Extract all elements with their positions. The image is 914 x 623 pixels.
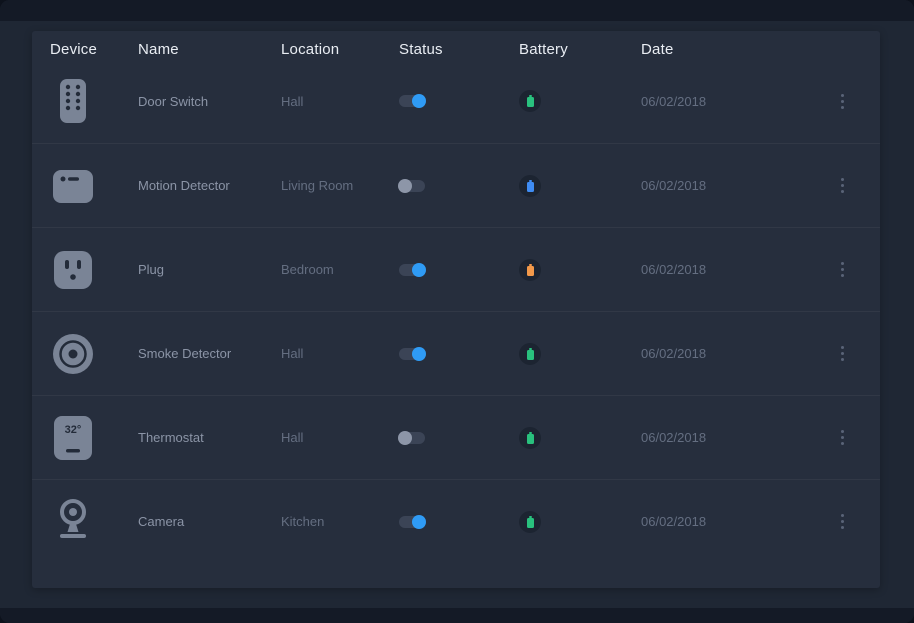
kebab-menu-icon[interactable]	[833, 342, 851, 366]
table-row: Door Switch Hall 06/02/2018	[32, 59, 880, 143]
device-date: 06/02/2018	[641, 262, 822, 277]
smoke-detector-icon	[51, 330, 95, 378]
device-name: Door Switch	[138, 94, 281, 109]
table-row: Smoke Detector Hall 06/02/2018	[32, 311, 880, 395]
battery-icon	[519, 511, 541, 533]
device-icon-cell	[50, 77, 138, 125]
device-table-card: Device Name Location Status Battery Date…	[32, 31, 880, 588]
toggle-thumb	[398, 179, 412, 193]
device-name: Smoke Detector	[138, 346, 281, 361]
device-name: Plug	[138, 262, 281, 277]
thermostat-icon: 32°	[51, 414, 95, 462]
device-icon-cell: 32°	[50, 414, 138, 462]
device-name: Motion Detector	[138, 178, 281, 193]
table-row: Camera Kitchen 06/02/2018	[32, 479, 880, 563]
status-toggle[interactable]	[399, 516, 425, 528]
motion-detector-icon	[51, 162, 95, 210]
status-toggle[interactable]	[399, 432, 425, 444]
device-name: Camera	[138, 514, 281, 529]
thermostat-reading: 32°	[65, 424, 82, 436]
camera-icon	[51, 498, 95, 546]
battery-icon	[519, 90, 541, 112]
device-icon-cell	[50, 498, 138, 546]
toggle-thumb	[412, 263, 426, 277]
kebab-menu-icon[interactable]	[833, 510, 851, 534]
device-icon-cell	[50, 162, 138, 210]
battery-glyph	[527, 97, 534, 107]
kebab-menu-icon[interactable]	[833, 258, 851, 282]
battery-icon	[519, 175, 541, 197]
device-date: 06/02/2018	[641, 430, 822, 445]
table-row: Motion Detector Living Room 06/02/2018	[32, 143, 880, 227]
battery-icon	[519, 259, 541, 281]
device-location: Kitchen	[281, 514, 399, 529]
status-toggle[interactable]	[399, 348, 425, 360]
kebab-menu-icon[interactable]	[833, 89, 851, 113]
battery-glyph	[527, 266, 534, 276]
device-icon-cell	[50, 246, 138, 294]
door-switch-icon	[51, 77, 95, 125]
plug-icon	[51, 246, 95, 294]
table-row: Plug Bedroom 06/02/2018	[32, 227, 880, 311]
table-header: Device Name Location Status Battery Date	[32, 31, 880, 59]
toggle-thumb	[412, 347, 426, 361]
battery-icon	[519, 427, 541, 449]
toggle-thumb	[412, 94, 426, 108]
column-header-name: Name	[138, 41, 281, 58]
battery-glyph	[527, 518, 534, 528]
device-date: 06/02/2018	[641, 94, 822, 109]
device-date: 06/02/2018	[641, 178, 822, 193]
table-row: 32° Thermostat Hall 06/02/2018	[32, 395, 880, 479]
status-toggle[interactable]	[399, 95, 425, 107]
battery-icon	[519, 343, 541, 365]
column-header-location: Location	[281, 41, 399, 58]
battery-glyph	[527, 434, 534, 444]
kebab-menu-icon[interactable]	[833, 174, 851, 198]
column-header-date: Date	[641, 41, 822, 58]
window-top-bar	[0, 0, 914, 21]
column-header-battery: Battery	[519, 41, 641, 58]
window-bottom-bar	[0, 608, 914, 623]
column-header-device: Device	[50, 41, 138, 58]
device-location: Bedroom	[281, 262, 399, 277]
status-toggle[interactable]	[399, 180, 425, 192]
device-location: Hall	[281, 430, 399, 445]
status-toggle[interactable]	[399, 264, 425, 276]
device-location: Living Room	[281, 178, 399, 193]
device-date: 06/02/2018	[641, 514, 822, 529]
device-location: Hall	[281, 94, 399, 109]
device-icon-cell	[50, 330, 138, 378]
kebab-menu-icon[interactable]	[833, 426, 851, 450]
battery-glyph	[527, 350, 534, 360]
toggle-thumb	[398, 431, 412, 445]
device-name: Thermostat	[138, 430, 281, 445]
device-location: Hall	[281, 346, 399, 361]
battery-glyph	[527, 182, 534, 192]
toggle-thumb	[412, 515, 426, 529]
column-header-status: Status	[399, 41, 519, 58]
device-date: 06/02/2018	[641, 346, 822, 361]
app-window: Device Name Location Status Battery Date…	[0, 0, 914, 623]
